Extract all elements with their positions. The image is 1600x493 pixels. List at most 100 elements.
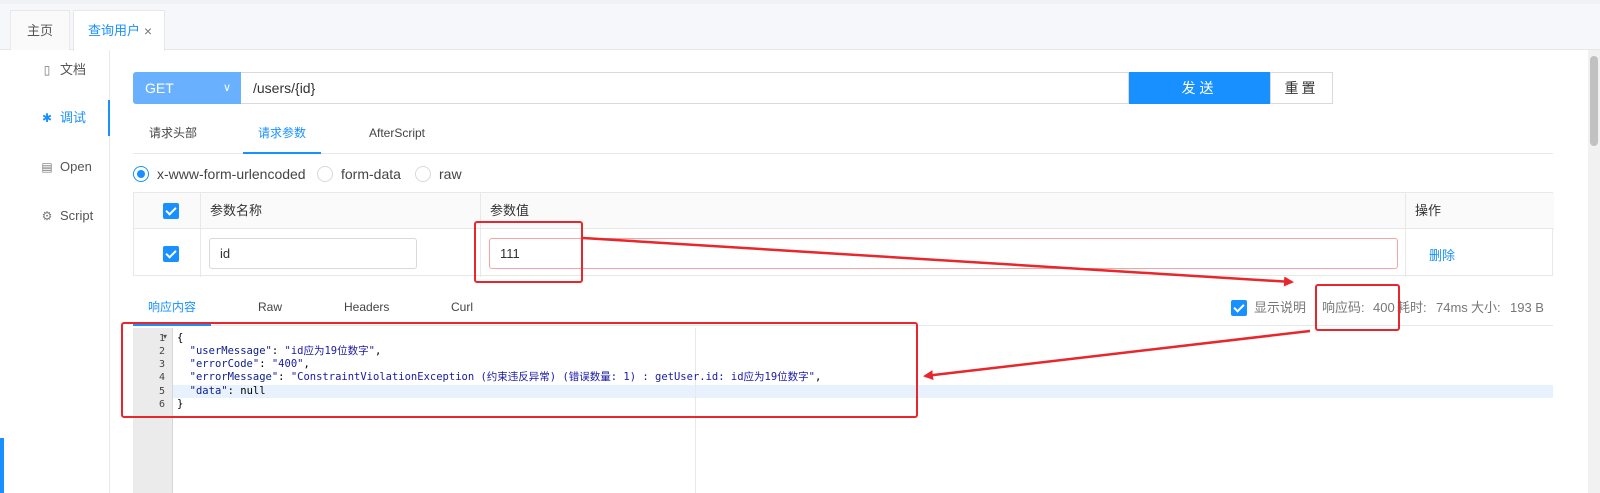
tab-label: 响应内容 <box>147 300 196 314</box>
json-sep: : <box>278 371 291 383</box>
line-number: 5 <box>158 386 165 397</box>
url-input[interactable] <box>241 72 1129 104</box>
header-action: 操作 <box>1415 203 1442 218</box>
show-desc-label: 显示说明 <box>1254 300 1307 315</box>
tab-label: AfterScript <box>369 126 426 140</box>
radio-circle <box>133 166 149 182</box>
json-key: "errorCode" <box>189 358 260 370</box>
line-number: 3 <box>158 359 165 370</box>
bug-icon: ✱ <box>41 111 53 125</box>
json-value: null <box>240 385 266 397</box>
file-icon: ▤ <box>41 160 53 174</box>
tab-raw[interactable]: Raw <box>258 292 282 326</box>
sidebar-item-label: Script <box>60 208 94 223</box>
sidebar-item-script[interactable]: ⚙ Script <box>0 198 110 234</box>
radio-label: form-data <box>341 166 401 182</box>
code-line: } <box>177 398 1547 411</box>
column-divider <box>200 193 201 277</box>
json-sep: : <box>259 358 272 370</box>
line-number: 1 <box>158 333 165 344</box>
row-checkbox[interactable] <box>163 246 179 262</box>
json-value: "id应为19位数字" <box>284 345 375 357</box>
json-sep: : <box>271 345 285 357</box>
method-value: GET <box>145 80 174 96</box>
radio-label: raw <box>439 166 462 182</box>
response-editor[interactable]: 1 ▾ 2 3 4 5 6 { "userMessage": "id应为19位数… <box>133 328 1553 493</box>
sidebar-item-label: 文档 <box>60 62 87 77</box>
column-divider <box>1405 193 1406 277</box>
tab-home[interactable]: 主页 <box>10 10 70 50</box>
code-line: "userMessage": "id应为19位数字", <box>177 345 1547 358</box>
sidebar-item-docs[interactable]: ▯ 文档 <box>0 52 110 88</box>
json-sep: : <box>227 385 241 397</box>
tab-curl[interactable]: Curl <box>451 292 473 326</box>
line-number: 4 <box>158 372 165 383</box>
json-key: "errorMessage" <box>189 371 279 383</box>
json-key: "userMessage" <box>189 345 272 357</box>
tab-label: 请求参数 <box>257 126 306 140</box>
line-number-gutter: 1 ▾ 2 3 4 5 6 <box>133 328 173 493</box>
code-line: { <box>177 332 1547 345</box>
header-param-value: 参数值 <box>490 203 530 218</box>
json-key: "data" <box>189 385 228 397</box>
tab-afterscript[interactable]: AfterScript <box>369 114 425 154</box>
sidebar-item-label: Open <box>60 159 92 174</box>
sidebar-item-debug[interactable]: ✱ 调试 <box>0 100 110 136</box>
response-tabs: 响应内容 Raw Headers Curl 显示说明 响应码: 400 耗时: … <box>133 292 1553 326</box>
code-line: "data": null <box>177 385 1547 398</box>
param-value-input[interactable] <box>489 238 1398 269</box>
code-brace: { <box>177 332 184 344</box>
json-end: , <box>374 345 382 357</box>
left-edge-accent <box>0 438 4 493</box>
scrollbar-thumb[interactable] <box>1590 56 1598 146</box>
response-time-value: 74ms <box>1436 300 1468 315</box>
header-param-name: 参数名称 <box>210 203 263 218</box>
tab-label: Headers <box>344 300 390 314</box>
json-value: "400" <box>271 358 304 370</box>
tab-label: 请求头部 <box>149 126 198 140</box>
fold-arrow-icon[interactable]: ▾ <box>163 332 167 341</box>
page-scrollbar[interactable] <box>1588 50 1600 493</box>
tab-home-label: 主页 <box>26 23 53 38</box>
tab-label: Curl <box>451 300 474 314</box>
response-code-label: 响应码: <box>1322 300 1365 315</box>
code-line: "errorCode": "400", <box>177 358 1547 371</box>
show-desc-checkbox[interactable] <box>1231 300 1247 316</box>
send-button[interactable]: 发送 <box>1129 72 1270 104</box>
tab-request-headers[interactable]: 请求头部 <box>149 114 197 154</box>
page-tab-bar: 主页 查询用户 × <box>0 4 1600 51</box>
radio-label: x-www-form-urlencoded <box>157 166 306 182</box>
radio-circle <box>317 166 333 182</box>
method-select[interactable]: GET ∨ <box>133 72 241 104</box>
line-number: 2 <box>158 346 165 357</box>
select-all-checkbox[interactable] <box>163 203 179 219</box>
tab-headers[interactable]: Headers <box>344 292 389 326</box>
tab-query-user-label: 查询用户 <box>88 23 141 38</box>
json-value: "ConstraintViolationException (约束违反异常) (… <box>290 371 815 383</box>
code-brace: } <box>177 398 184 410</box>
json-end: , <box>303 358 310 370</box>
request-url-row: GET ∨ 发送 重置 <box>133 72 1333 104</box>
response-size-value: 193 B <box>1510 300 1544 315</box>
gear-icon: ⚙ <box>41 209 53 223</box>
table-header <box>134 193 1554 229</box>
params-table: 参数名称 参数值 操作 删除 <box>133 192 1554 277</box>
tab-query-user[interactable]: 查询用户 × <box>73 10 165 51</box>
delete-link[interactable]: 删除 <box>1429 245 1455 264</box>
json-end: , <box>814 371 822 383</box>
param-name-input[interactable] <box>209 238 417 269</box>
chevron-down-icon: ∨ <box>222 82 231 94</box>
tab-label: Raw <box>258 300 283 314</box>
radio-circle <box>415 166 431 182</box>
sidebar-item-open[interactable]: ▤ Open <box>0 149 110 185</box>
sidebar: ▯ 文档 ✱ 调试 ▤ Open ⚙ Script <box>0 50 110 493</box>
tab-request-params[interactable]: 请求参数 <box>243 114 321 154</box>
response-time-label: 耗时: <box>1397 300 1427 315</box>
close-icon[interactable]: × <box>144 11 152 51</box>
code-line: "errorMessage": "ConstraintViolationExce… <box>177 371 1547 384</box>
sidebar-item-label: 调试 <box>60 110 87 125</box>
line-number: 6 <box>158 399 165 410</box>
tab-response-content[interactable]: 响应内容 <box>133 292 211 326</box>
reset-button[interactable]: 重置 <box>1270 72 1333 104</box>
response-code-value: 400 <box>1373 300 1395 315</box>
